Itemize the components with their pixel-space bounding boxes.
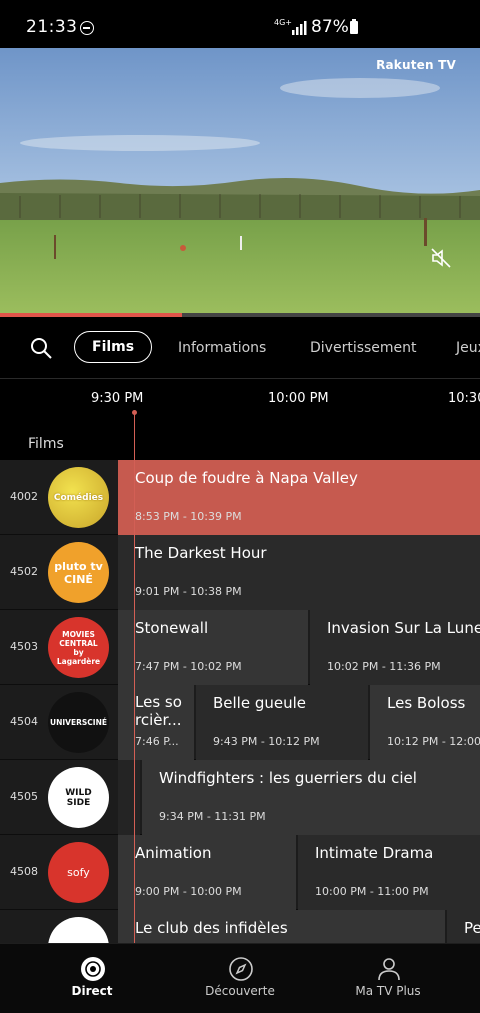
tab-films[interactable]: Films (74, 331, 153, 363)
channel-logo[interactable]: MOVIES CENTRAL by Lagardère (48, 617, 109, 678)
channel-number: 4503 (10, 640, 38, 653)
channel-logo-text: pluto tv CINÉ (54, 559, 103, 586)
time-label: 10:00 PM (268, 391, 329, 406)
program-cell[interactable]: Intimate Drama 10:00 PM - 11:00 PM (298, 835, 480, 910)
tab-divertissement[interactable]: Divertissement (310, 340, 417, 356)
channel-brand-watermark: Rakuten TV (376, 58, 456, 72)
current-time-marker (132, 410, 137, 415)
category-nav: Films Informations Divertissement Jeux (0, 317, 480, 379)
program-time: 9:34 PM - 11:31 PM (159, 810, 266, 823)
mute-icon[interactable] (430, 246, 454, 270)
channel-number: 4502 (10, 565, 38, 578)
program-cell[interactable]: Le club des infidèles (118, 910, 445, 943)
program-title: Invasion Sur La Lune (327, 619, 480, 637)
channel-logo-text: WILD SIDE (65, 787, 92, 808)
program-cell[interactable]: Animation 9:00 PM - 10:00 PM (118, 835, 296, 910)
live-icon (81, 957, 105, 981)
channel-logo-text: MOVIES CENTRAL by Lagardère (56, 629, 101, 666)
program-time: 7:46 P... (135, 735, 179, 748)
channel-number: 4505 (10, 790, 38, 803)
bottom-nav: Direct Découverte Ma TV Plus (0, 943, 480, 1013)
channel-row: 4002 Comédies Coup de foudre à Napa Vall… (0, 460, 480, 535)
network-type: 4G+ (274, 18, 292, 27)
program-title: Pe (464, 919, 480, 937)
program-cell-empty (118, 760, 140, 835)
channel-number: 4504 (10, 715, 38, 728)
nav-label: Ma TV Plus (355, 984, 421, 998)
program-title: Windfighters : les guerriers du ciel (159, 769, 417, 787)
channel-logo[interactable] (48, 917, 109, 943)
program-title: Coup de foudre à Napa Valley (135, 469, 358, 487)
channel-number: 4508 (10, 865, 38, 878)
time-label: 9:30 PM (91, 391, 144, 406)
program-cell[interactable]: Windfighters : les guerriers du ciel 9:3… (142, 760, 480, 835)
program-cell[interactable]: Les Boloss 10:12 PM - 12:00 (370, 685, 480, 760)
signal-icon (292, 21, 307, 35)
program-cell[interactable]: Les so rcièr... 7:46 P... (118, 685, 194, 760)
program-cell[interactable]: Stonewall 7:47 PM - 10:02 PM (118, 610, 308, 685)
time-label: 10:30 PM (448, 391, 480, 406)
channel-number: 4002 (10, 490, 38, 503)
tv-guide-grid: 4002 Comédies Coup de foudre à Napa Vall… (0, 460, 480, 943)
channel-logo[interactable]: sofy (48, 842, 109, 903)
video-player[interactable]: Rakuten TV (0, 48, 480, 313)
battery-icon (350, 19, 358, 34)
channel-row: 4502 pluto tv CINÉ The Darkest Hour 9:01… (0, 535, 480, 610)
program-time: 8:53 PM - 10:39 PM (135, 510, 242, 523)
channel-row: 4503 MOVIES CENTRAL by Lagardère Stonewa… (0, 610, 480, 685)
channel-row: 4504 UNIVERSCINÉ Les so rcièr... 7:46 P.… (0, 685, 480, 760)
video-frame (0, 48, 480, 313)
channel-logo-text: UNIVERSCINÉ (50, 718, 107, 727)
program-time: 9:00 PM - 10:00 PM (135, 885, 242, 898)
profile-icon (378, 958, 400, 981)
program-time: 9:01 PM - 10:38 PM (135, 585, 242, 598)
channel-logo-text: Comédies (53, 492, 104, 503)
tab-jeux[interactable]: Jeux (456, 340, 480, 356)
nav-ma-tv-plus[interactable]: Ma TV Plus (308, 944, 468, 1013)
program-title: Les so rcièr... (135, 693, 182, 729)
program-time: 7:47 PM - 10:02 PM (135, 660, 242, 673)
program-title: Les Boloss (387, 694, 466, 712)
channel-logo-text: sofy (67, 866, 90, 879)
status-bar: 21:33 4G+ 87% (0, 0, 480, 48)
compass-icon (229, 957, 253, 981)
program-cell[interactable]: Belle gueule 9:43 PM - 10:12 PM (196, 685, 368, 760)
nav-label: Découverte (205, 984, 275, 998)
channel-logo[interactable]: pluto tv CINÉ (48, 542, 109, 603)
nav-direct[interactable]: Direct (12, 944, 172, 1013)
program-time: 10:12 PM - 12:00 (387, 735, 480, 748)
program-title: Stonewall (135, 619, 209, 637)
nav-label: Direct (71, 984, 113, 998)
channel-logo[interactable]: WILD SIDE (48, 767, 109, 828)
section-title: Films (28, 436, 64, 452)
program-time: 9:43 PM - 10:12 PM (213, 735, 320, 748)
search-icon[interactable] (30, 337, 52, 359)
channel-logo[interactable]: Comédies (48, 467, 109, 528)
program-title: Intimate Drama (315, 844, 434, 862)
program-cell[interactable]: Pe (447, 910, 480, 943)
program-title: Le club des infidèles (135, 919, 288, 937)
current-time-line (134, 413, 135, 943)
tab-informations[interactable]: Informations (178, 340, 266, 356)
program-title: Animation (135, 844, 212, 862)
channel-logo[interactable]: UNIVERSCINÉ (48, 692, 109, 753)
program-title: The Darkest Hour (135, 544, 267, 562)
program-time: 10:00 PM - 11:00 PM (315, 885, 429, 898)
program-title: Belle gueule (213, 694, 307, 712)
program-cell[interactable]: The Darkest Hour 9:01 PM - 10:38 PM (118, 535, 480, 610)
channel-row: 4508 sofy Animation 9:00 PM - 10:00 PM I… (0, 835, 480, 910)
program-time: 10:02 PM - 11:36 PM (327, 660, 441, 673)
nav-decouverte[interactable]: Découverte (160, 944, 320, 1013)
battery-percent: 87% (311, 17, 349, 37)
do-not-disturb-icon (80, 21, 94, 35)
channel-row: 4505 WILD SIDE Windfighters : les guerri… (0, 760, 480, 835)
status-time: 21:33 (26, 17, 78, 37)
channel-row: Le club des infidèles Pe (0, 910, 480, 943)
time-ruler: 9:30 PM 10:00 PM 10:30 PM Films (0, 380, 480, 460)
program-cell[interactable]: Coup de foudre à Napa Valley 8:53 PM - 1… (118, 460, 480, 535)
program-cell[interactable]: Invasion Sur La Lune 10:02 PM - 11:36 PM (310, 610, 480, 685)
